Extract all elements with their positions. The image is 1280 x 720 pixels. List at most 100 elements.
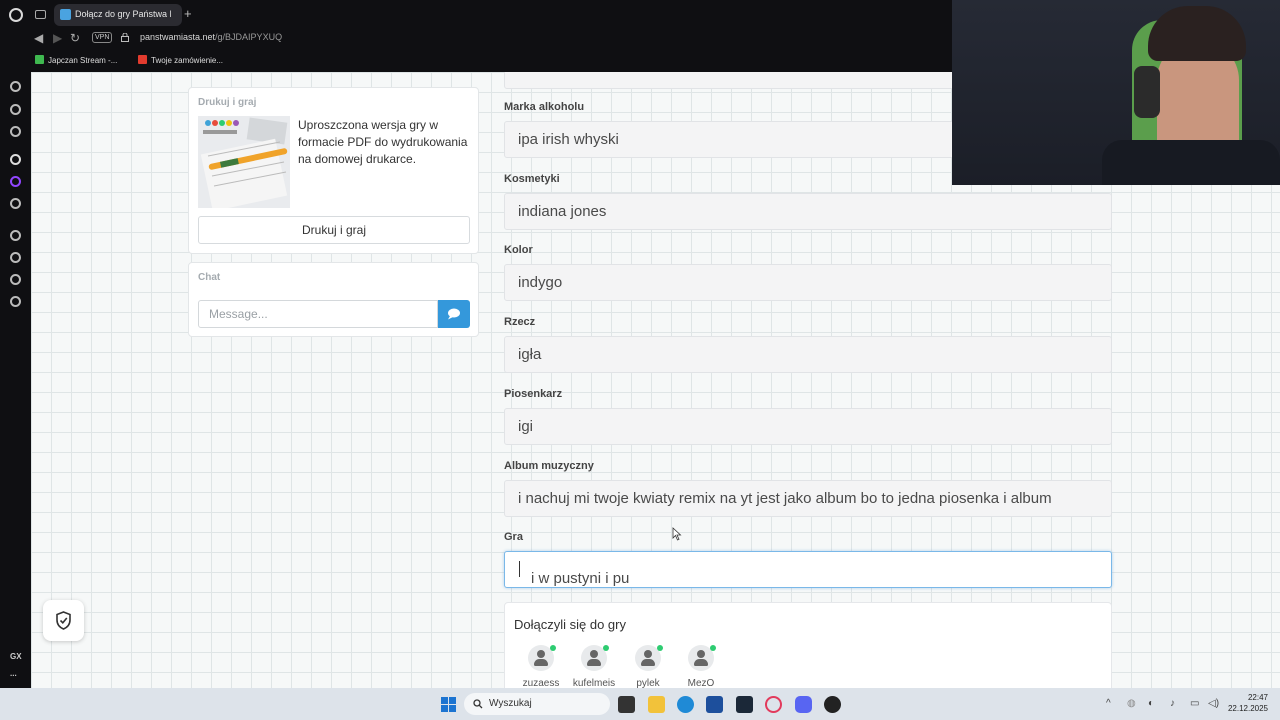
sidebar-app-icon[interactable] <box>10 230 21 241</box>
online-status-icon <box>603 645 609 651</box>
tray-app-icon[interactable]: ◍ <box>1127 698 1136 709</box>
settings-icon[interactable] <box>10 296 21 307</box>
field-label: Rzecz <box>504 316 536 328</box>
bookmark-item[interactable]: Japczan Stream -... <box>35 55 117 65</box>
opera-logo-icon[interactable] <box>9 8 23 22</box>
field-value: igi <box>518 418 534 435</box>
player-item[interactable]: kufelmeis <box>569 645 619 688</box>
field-label: Marka alkoholu <box>504 101 585 113</box>
chat-bubble-icon <box>448 308 460 320</box>
forward-icon[interactable]: ▶ <box>53 31 62 45</box>
print-card-title: Drukuj i graj <box>198 97 257 108</box>
new-tab-button[interactable]: + <box>184 7 192 20</box>
field-input[interactable]: igi <box>504 408 1112 445</box>
workspaces-icon[interactable] <box>35 10 46 19</box>
player-name: kufelmeis <box>572 678 616 688</box>
field-value: i w pustyni i pu <box>518 561 629 587</box>
tray-chevron-icon[interactable]: ^ <box>1106 698 1111 709</box>
joined-players-card: Dołączyli się do gry zuzaess kufelmeis p… <box>504 602 1112 688</box>
webcam-overlay <box>952 0 1280 185</box>
task-view-icon[interactable] <box>618 696 635 713</box>
field-label: Album muzyczny <box>504 460 594 472</box>
shield-check-icon <box>56 611 71 630</box>
vpn-badge[interactable]: VPN <box>92 32 113 43</box>
gx-label[interactable]: GX <box>10 652 22 661</box>
x-icon[interactable] <box>10 198 21 209</box>
field-value: indygo <box>518 274 563 291</box>
history-icon[interactable] <box>10 252 21 263</box>
tab-title: Dołącz do gry Państwa M <box>75 9 171 19</box>
field-value: indiana jones <box>518 203 607 220</box>
chat-title: Chat <box>198 272 221 283</box>
network-icon[interactable]: ▭ <box>1190 698 1199 709</box>
text-caret <box>519 561 520 577</box>
field-value: ipa irish whyski <box>518 131 619 148</box>
windows-taskbar: Wyszukaj ^ ◍ ◐ ♪ ▭ ◁) 22:47 22.12.2025 <box>0 688 1280 720</box>
twitch-icon[interactable] <box>10 176 21 187</box>
print-and-play-button[interactable]: Drukuj i graj <box>198 216 470 244</box>
sidebar-app-icon[interactable] <box>10 81 21 92</box>
bookmark-item[interactable]: Twoje zamówienie... <box>138 55 223 65</box>
player-item[interactable]: MezO <box>676 645 726 688</box>
sidebar-app-icon[interactable] <box>10 274 21 285</box>
field-value: i nachuj mi twoje kwiaty remix na yt jes… <box>518 490 1052 507</box>
windows-start-icon[interactable] <box>441 697 456 712</box>
browser-tab[interactable]: Dołącz do gry Państwa M <box>54 4 182 26</box>
print-preview-image <box>198 116 290 208</box>
player-item[interactable]: zuzaess <box>516 645 566 688</box>
field-input-active[interactable]: i w pustyni i pu <box>504 551 1112 588</box>
more-icon[interactable]: ... <box>10 669 17 678</box>
taskbar-search[interactable]: Wyszukaj <box>464 693 610 715</box>
field-value: igła <box>518 346 542 363</box>
sidebar-app-icon[interactable] <box>10 104 21 115</box>
field-value-text: i w pustyni i pu <box>531 570 630 587</box>
hair-shape <box>1148 6 1246 61</box>
chat-placeholder: Message... <box>209 307 268 321</box>
edge-icon[interactable] <box>677 696 694 713</box>
steam-icon[interactable] <box>736 696 753 713</box>
field-input[interactable]: indygo <box>504 264 1112 301</box>
privacy-shield-button[interactable] <box>43 600 84 641</box>
headset-shape <box>1134 66 1160 118</box>
field-input[interactable]: indiana jones <box>504 193 1112 230</box>
player-name: zuzaess <box>522 678 560 688</box>
joined-title: Dołączyli się do gry <box>514 617 626 632</box>
tray-app-icon[interactable]: ◐ <box>1148 698 1154 709</box>
field-label: Kolor <box>504 244 533 256</box>
url-path: /g/BJDAIPYXUQ <box>215 32 283 42</box>
field-input[interactable]: i nachuj mi twoje kwiaty remix na yt jes… <box>504 480 1112 517</box>
chat-send-button[interactable] <box>438 300 470 328</box>
bookmark-label: Japczan Stream -... <box>48 56 118 65</box>
taskbar-clock[interactable]: 22:47 22.12.2025 <box>1224 692 1268 714</box>
field-label: Gra <box>504 531 523 543</box>
player-name: pylek <box>636 678 660 688</box>
print-card: Drukuj i graj Uproszczona wersja gry w f… <box>188 87 479 254</box>
bookmark-label: Twoje zamówienie... <box>151 56 224 65</box>
browser-sidebar: GX ... <box>0 72 31 688</box>
file-explorer-icon[interactable] <box>648 696 665 713</box>
url-host: panstwamiasta.net <box>140 32 216 42</box>
field-label: Kosmetyki <box>504 173 560 185</box>
print-description: Uproszczona wersja gry w formacie PDF do… <box>298 118 468 166</box>
field-input[interactable]: igła <box>504 336 1112 373</box>
field-label: Piosenkarz <box>504 388 563 400</box>
opera-gx-icon[interactable] <box>765 696 782 713</box>
microphone-icon[interactable]: ♪ <box>1170 698 1175 709</box>
store-icon[interactable] <box>706 696 723 713</box>
mouse-cursor-icon <box>672 527 682 541</box>
search-icon <box>473 699 483 709</box>
chat-card: Chat Message... <box>188 262 479 337</box>
online-status-icon <box>550 645 556 651</box>
sidebar-app-icon[interactable] <box>10 126 21 137</box>
back-icon[interactable]: ◀ <box>34 31 43 45</box>
discord-icon[interactable] <box>795 696 812 713</box>
player-item[interactable]: pylek <box>623 645 673 688</box>
lock-icon <box>121 33 129 42</box>
chat-message-input[interactable]: Message... <box>198 300 438 328</box>
reload-icon[interactable]: ↻ <box>70 31 80 45</box>
app-icon[interactable] <box>824 696 841 713</box>
taskbar-search-label: Wyszukaj <box>489 698 532 709</box>
url-field[interactable]: panstwamiasta.net/g/BJDAIPYXUQ <box>140 32 282 42</box>
sidebar-app-icon[interactable] <box>10 154 21 165</box>
volume-icon[interactable]: ◁) <box>1208 698 1219 709</box>
